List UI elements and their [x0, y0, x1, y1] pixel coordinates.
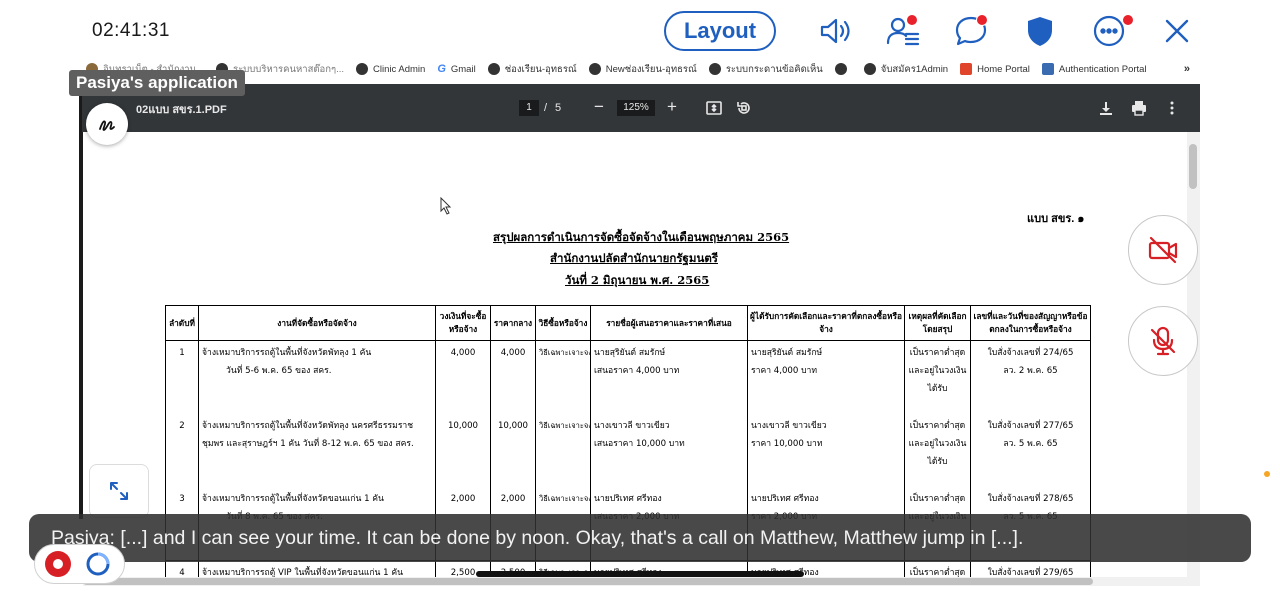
document-date: วันที่ 2 มิถุนายน พ.ศ. 2565 — [565, 273, 710, 287]
table-row: 2 จ้างเหมาบริการรถตู้ในพื้นที่จังหวัดพัท… — [165, 414, 1091, 487]
bookmark-register-admin[interactable]: จับสมัคร1Admin — [863, 62, 948, 77]
mouse-cursor-icon — [440, 197, 452, 215]
zoom-in-button[interactable]: + — [667, 97, 677, 117]
home-indicator — [476, 571, 804, 577]
layout-button[interactable]: Layout — [664, 11, 776, 51]
bookmark-clinic-admin[interactable]: Clinic Admin — [356, 63, 425, 75]
bookmark-authentication-portal[interactable]: Authentication Portal — [1041, 63, 1147, 75]
zoom-level-input[interactable]: 125% — [617, 100, 655, 116]
bookmark-home-portal[interactable]: Home Portal — [960, 63, 1030, 75]
more-icon[interactable] — [1092, 14, 1134, 48]
bookmarks-bar: อินทราเน็ต - สำนักงาน... ระบบบริหารคนหาส… — [86, 58, 1200, 80]
header-reason: เหตุผลที่คัดเลือกโดยสรุป — [904, 305, 971, 341]
page-total: 5 — [555, 102, 562, 114]
annotate-button[interactable] — [86, 103, 128, 145]
speaker-icon[interactable] — [818, 14, 852, 48]
bookmarks-overflow-button[interactable]: » — [1184, 63, 1200, 75]
header-winner: ผู้ได้รับการคัดเลือกและราคาที่ตกลงซื้อหร… — [747, 305, 905, 341]
bookmark-feedback-board[interactable]: ระบบกระดานข้อคิดเห็น — [708, 62, 823, 77]
download-icon[interactable] — [1097, 99, 1115, 117]
more-notification-dot — [1122, 14, 1134, 26]
header-bidders: รายชื่อผู้เสนอราคาและราคาที่เสนอ — [590, 305, 748, 341]
portal-favicon-icon — [960, 63, 973, 75]
record-icon[interactable] — [45, 551, 71, 577]
form-code: แบบ สขร. ๑ — [1027, 213, 1085, 225]
camera-toggle-button[interactable] — [1128, 215, 1198, 285]
page-number-input[interactable]: 1 — [519, 100, 539, 116]
globe-icon — [708, 63, 721, 75]
kebab-menu-icon[interactable] — [1163, 99, 1181, 117]
microphone-toggle-button[interactable] — [1128, 306, 1198, 376]
bookmark-new-complaint[interactable]: Newช่องเรียน-อุทธรณ์ — [588, 62, 697, 77]
table-row: 1 จ้างเหมาบริการรถตู้ในพื้นที่จังหวัดพัท… — [165, 340, 1091, 414]
header-no: ลำดับที่ — [165, 305, 199, 341]
camera-off-icon — [1148, 236, 1178, 264]
document-title: สรุปผลการดำเนินการจัดซื้อจัดจ้างในเดือนพ… — [493, 230, 790, 244]
call-clock: 02:41:31 — [92, 20, 170, 41]
print-icon[interactable] — [1130, 99, 1148, 117]
globe-icon — [356, 63, 369, 75]
header-contract: เลขที่และวันที่ของสัญญาหรือข้อตกลงในการซ… — [970, 305, 1091, 341]
scrollbar-thumb[interactable] — [1189, 144, 1197, 189]
page-separator: / — [544, 102, 548, 114]
google-icon: G — [437, 63, 446, 75]
globe-icon — [588, 63, 601, 75]
chat-notification-dot — [976, 14, 988, 26]
shield-icon[interactable] — [1023, 14, 1057, 48]
chat-icon[interactable] — [954, 14, 988, 48]
participants-notification-dot — [906, 14, 918, 26]
bookmark-gmail[interactable]: G Gmail — [437, 63, 475, 75]
globe-icon — [863, 63, 876, 75]
header-item: งานที่จัดซื้อหรือจัดจ้าง — [198, 305, 436, 341]
globe-icon — [487, 63, 500, 75]
header-method: วิธีซื้อหรือจ้าง — [535, 305, 591, 341]
rotate-icon[interactable] — [735, 99, 753, 117]
close-icon[interactable] — [1160, 14, 1194, 48]
live-caption: Pasiya: [...] and I can see your time. I… — [29, 514, 1251, 562]
zoom-out-button[interactable]: − — [594, 97, 604, 117]
pdf-horizontal-scrollbar[interactable] — [83, 577, 1187, 586]
pdf-filename: 02แบบ สขร.1.PDF — [136, 104, 227, 116]
edge-indicator-dot — [1264, 471, 1270, 477]
auth-favicon-icon — [1041, 63, 1054, 75]
bookmark-complaint[interactable]: ช่องเรียน-อุทธรณ์ — [487, 62, 577, 77]
microphone-off-icon — [1150, 326, 1176, 356]
shared-application-label: Pasiya's application — [69, 70, 245, 96]
squiggle-icon — [99, 120, 115, 131]
document-agency: สำนักงานปลัดสำนักนายกรัฐมนตรี — [550, 251, 718, 265]
expand-view-button[interactable] — [89, 464, 149, 518]
participants-icon[interactable] — [886, 14, 920, 48]
globe-icon — [834, 63, 847, 75]
fit-page-icon[interactable] — [705, 99, 723, 117]
expand-icon — [110, 482, 128, 500]
loading-spinner-icon — [86, 552, 110, 576]
bookmark-unnamed[interactable] — [834, 63, 852, 75]
scrollbar-thumb[interactable] — [83, 578, 1093, 585]
header-budget: วงเงินที่จะซื้อหรือจ้าง — [435, 305, 491, 341]
header-median: ราคากลาง — [490, 305, 536, 341]
recording-controls[interactable] — [34, 544, 125, 584]
pdf-toolbar: 02แบบ สขร.1.PDF 1 / 5 − 125% + — [82, 84, 1200, 132]
